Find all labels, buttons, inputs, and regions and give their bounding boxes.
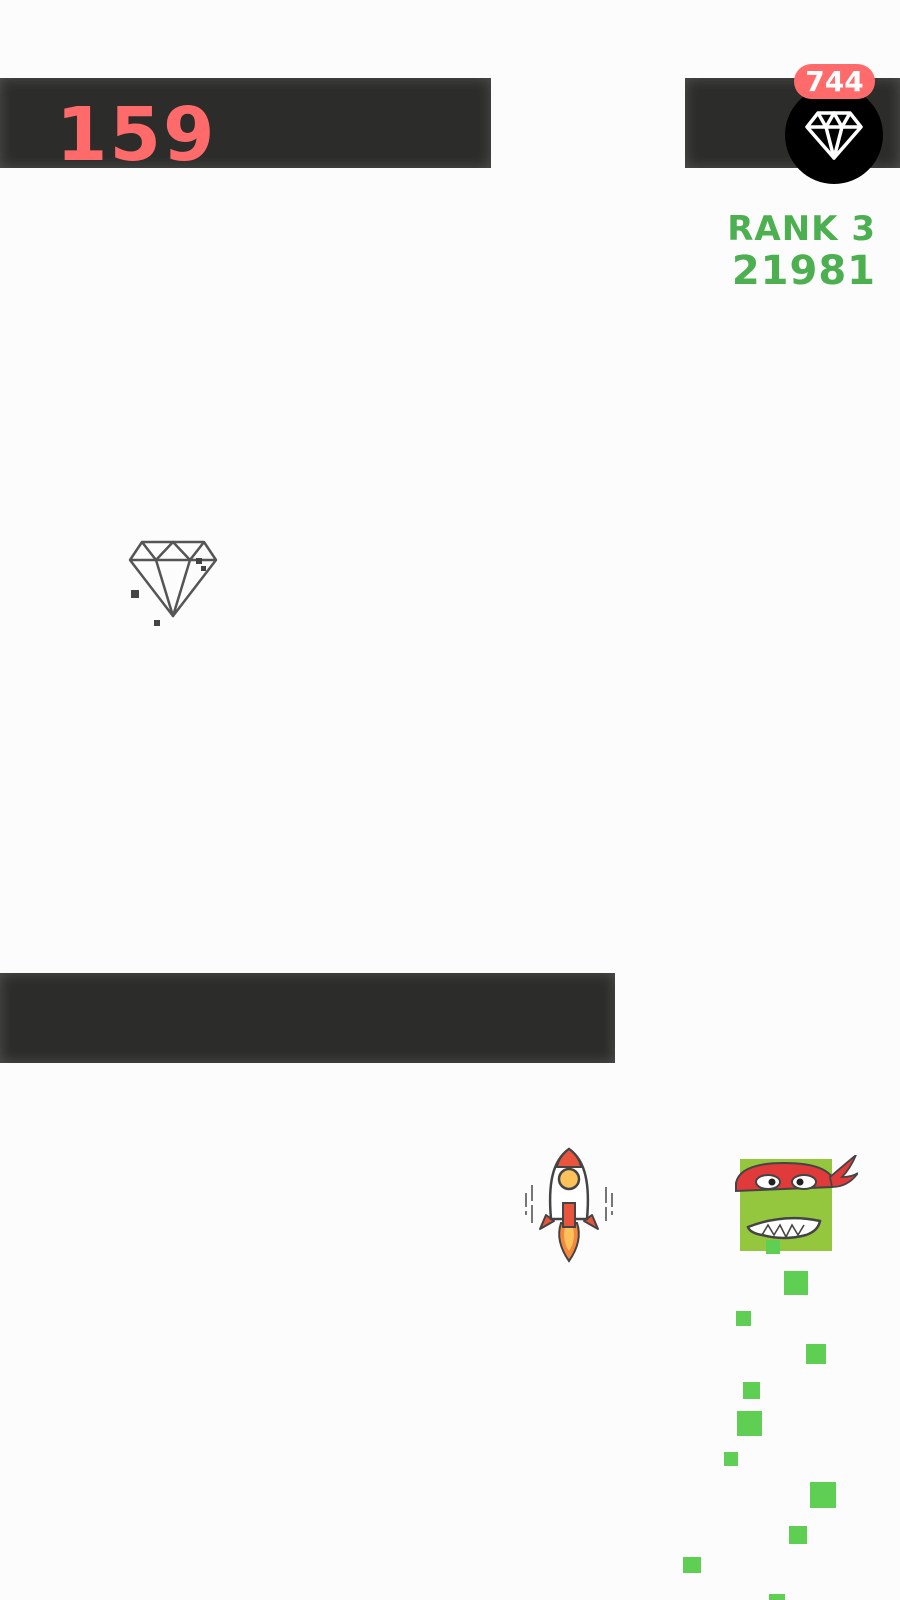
trail-pixel [683,1557,701,1573]
obstacle-bar-middle [0,973,615,1063]
diamond-icon [805,111,863,160]
trail-pixel [810,1482,836,1508]
trail-pixel [724,1452,738,1466]
rank-score: 21981 [731,248,876,294]
rank-panel: RANK 3 21981 [727,210,876,294]
trail-pixel [766,1240,780,1254]
ninja-turtle-icon [735,1155,858,1251]
trail-pixel [806,1344,826,1364]
trail-pixel [743,1382,760,1399]
diamond-pickup-icon [128,540,218,626]
trail-pixel [784,1271,808,1295]
current-score: 159 [56,92,217,178]
trail-pixel [737,1411,762,1436]
trail-pixel [736,1311,751,1326]
gem-count-badge: 744 [794,64,875,99]
rank-label: RANK 3 [727,209,876,249]
trail-pixel [769,1594,785,1600]
trail-pixel [789,1526,807,1544]
gem-counter-button[interactable] [785,86,883,184]
rocket-icon [525,1147,613,1263]
